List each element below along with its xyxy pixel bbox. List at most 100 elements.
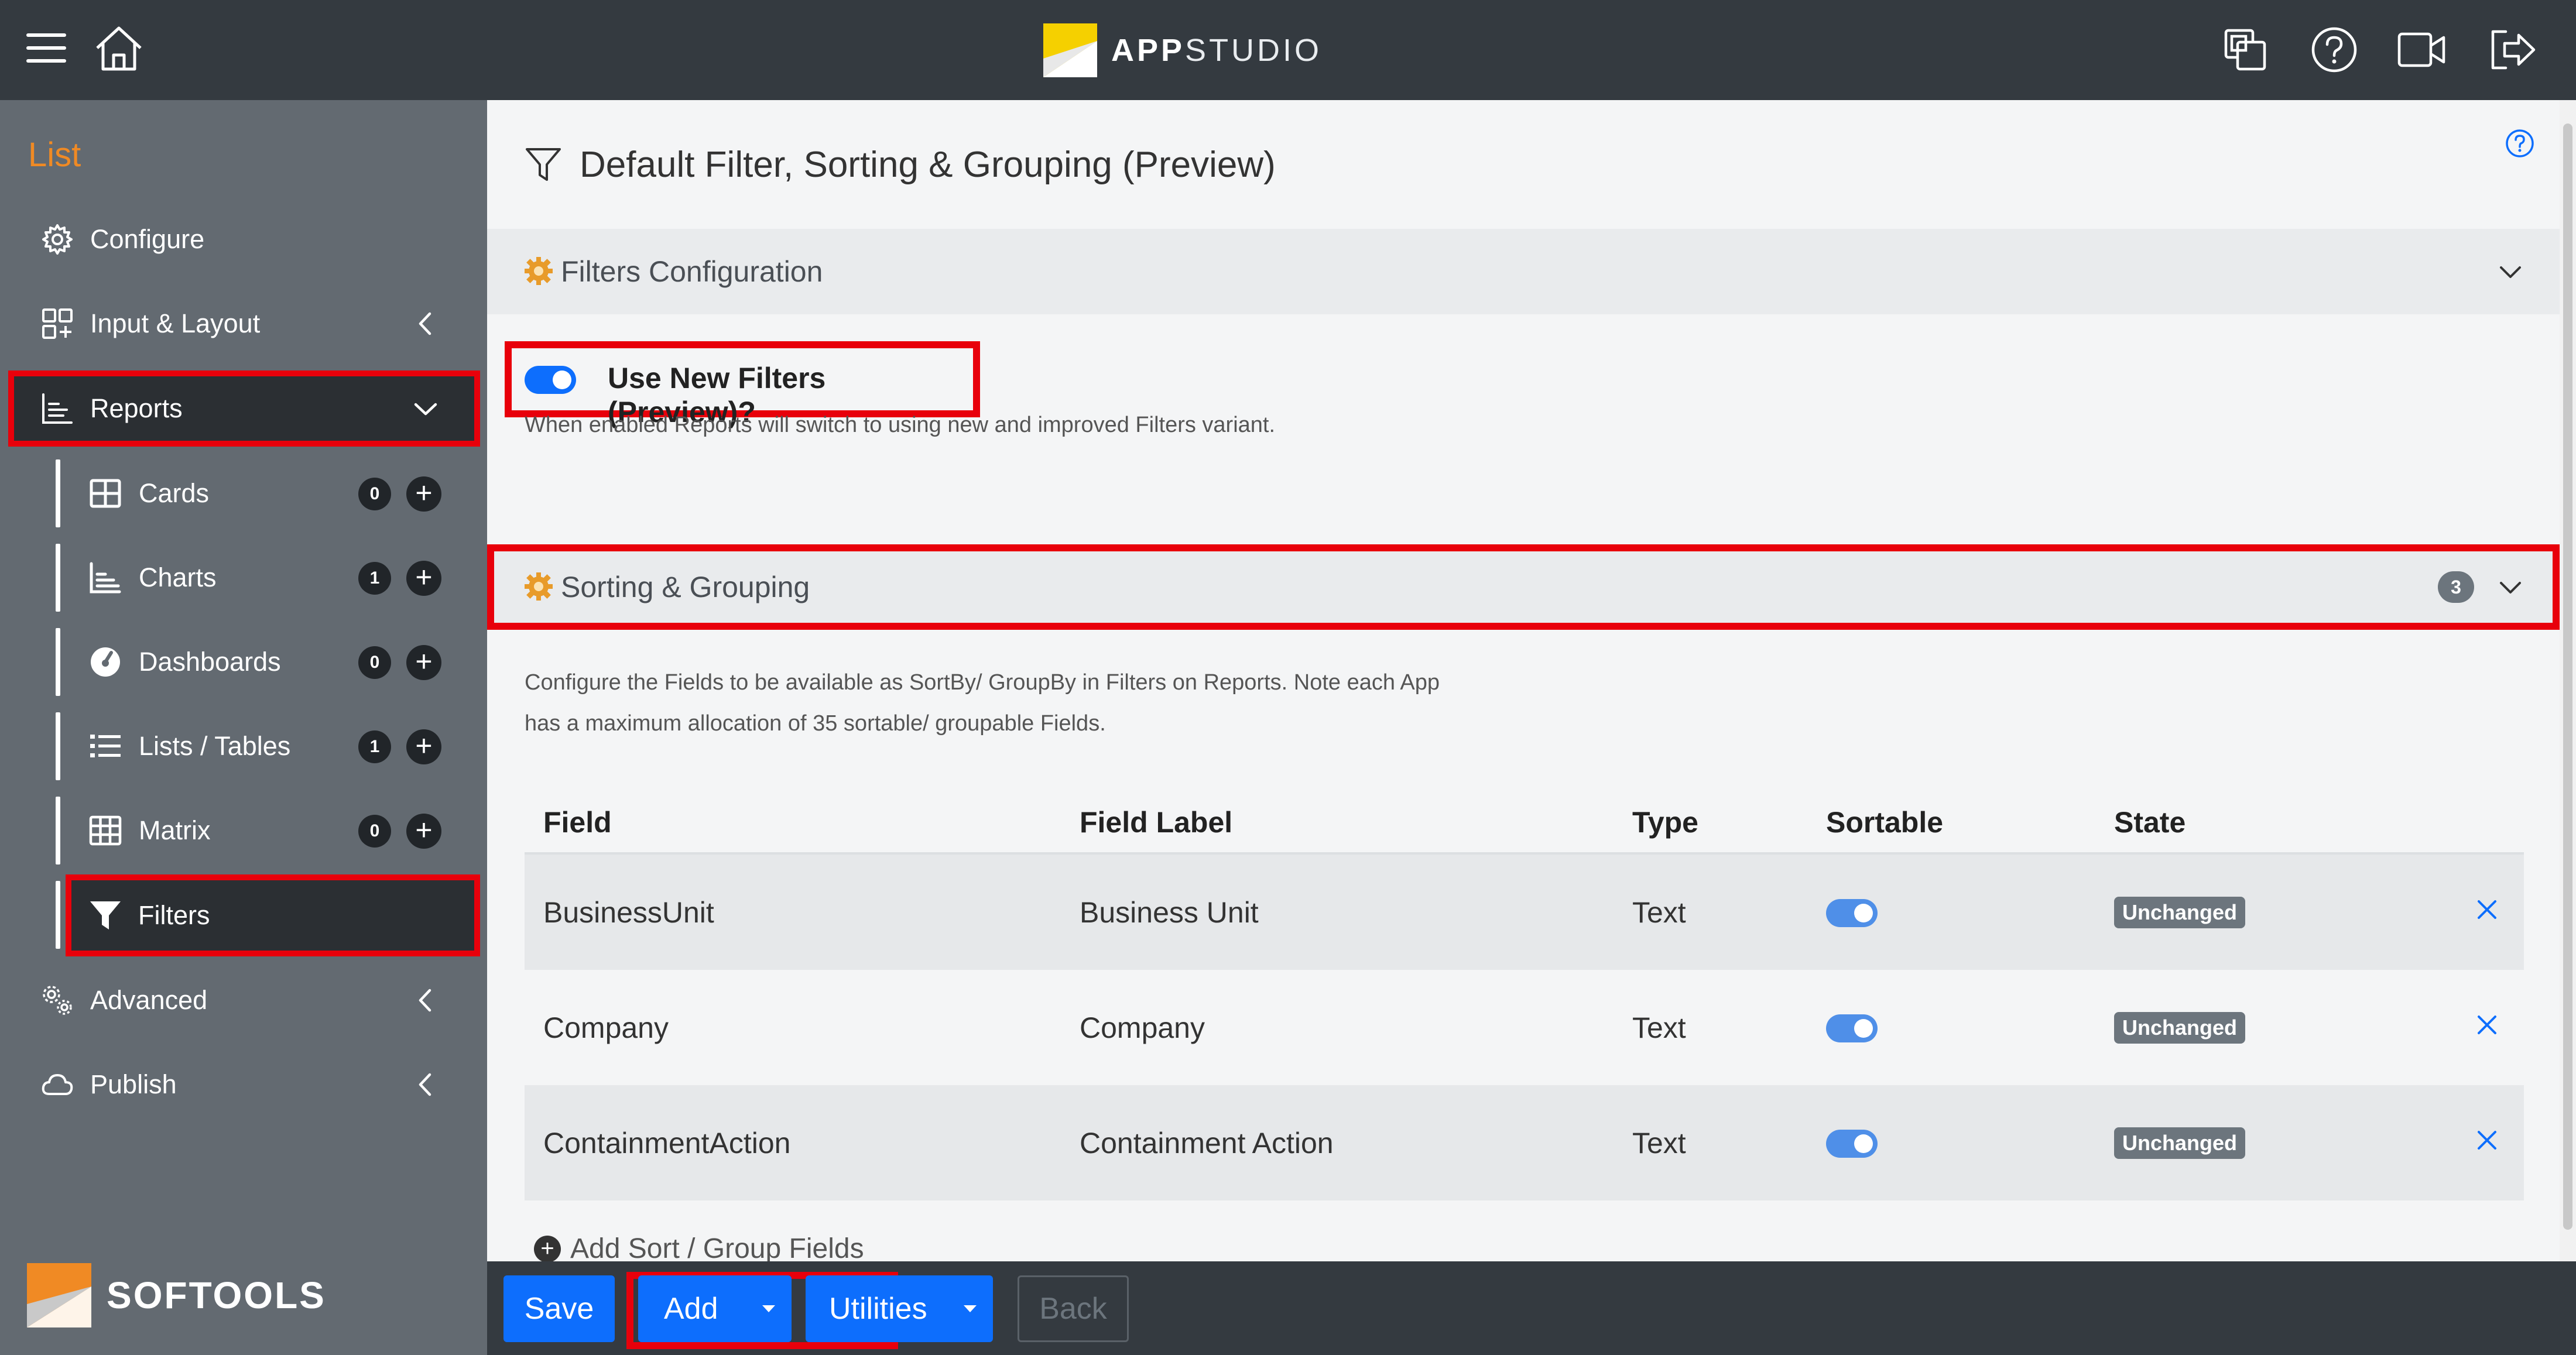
plus-circle-icon: + (534, 1235, 561, 1261)
field-label: Company (1080, 1011, 1205, 1044)
cards-icon (90, 479, 121, 508)
count-badge: 0 (358, 646, 391, 679)
state-badge: Unchanged (2114, 1127, 2246, 1159)
fields-count-badge: 3 (2438, 571, 2474, 603)
layout-icon (42, 308, 73, 339)
cloud-icon (42, 1074, 73, 1095)
list-icon (90, 735, 121, 757)
add-matrix-button[interactable]: + (406, 814, 441, 849)
save-button[interactable]: Save (503, 1275, 615, 1342)
home-icon[interactable] (94, 25, 144, 73)
chart-icon (42, 393, 73, 424)
filter-icon (90, 901, 121, 929)
filters-configuration-header[interactable]: Filters Configuration (487, 229, 2560, 314)
scrollbar-thumb[interactable] (2563, 124, 2572, 1230)
sidebar-subitem-lists-tables[interactable]: Lists / Tables 1 + (71, 708, 475, 784)
submenu-indicator (56, 544, 60, 612)
utilities-button[interactable]: Utilities (806, 1275, 993, 1342)
column-header-field: Field (543, 806, 612, 839)
sidebar-item-reports[interactable]: Reports (8, 371, 480, 447)
add-list-button[interactable]: + (406, 729, 441, 764)
use-new-filters-toggle[interactable] (525, 366, 576, 394)
state-badge: Unchanged (2114, 897, 2246, 928)
add-button-label: Add (664, 1292, 718, 1326)
submenu-indicator (56, 459, 60, 527)
sorting-help-line-2: has a maximum allocation of 35 sortable/… (525, 711, 1106, 736)
sidebar-item-input-layout[interactable]: Input & Layout (8, 286, 480, 362)
sidebar-item-advanced[interactable]: Advanced (8, 962, 480, 1038)
sidebar-item-publish[interactable]: Publish (8, 1047, 480, 1123)
column-header-sortable: Sortable (1826, 806, 1944, 839)
help-circle-icon[interactable] (2505, 128, 2535, 159)
page-title-text: Default Filter, Sorting & Grouping (Prev… (580, 144, 1276, 185)
gear-icon (525, 572, 553, 601)
video-icon[interactable] (2397, 30, 2446, 69)
sidebar-subitem-label: Cards (139, 478, 210, 508)
count-badge: 1 (358, 730, 391, 763)
add-chart-button[interactable]: + (406, 561, 441, 596)
gear-icon (42, 224, 73, 255)
field-name: Company (543, 1011, 669, 1044)
sidebar-subitem-cards[interactable]: Cards 0 + (71, 455, 475, 531)
softools-logo-text: SOFTOOLS (107, 1274, 326, 1316)
filter-outline-icon (526, 148, 561, 181)
copy-icon[interactable] (2222, 27, 2269, 74)
gears-icon (43, 986, 72, 1015)
sidebar-item-label: Advanced (90, 985, 208, 1015)
section-label: Sorting & Grouping (561, 571, 810, 603)
column-header-state: State (2114, 806, 2186, 839)
sorting-help-line-1: Configure the Fields to be available as … (525, 670, 1440, 695)
sidebar-subitem-filters[interactable]: Filters (66, 874, 480, 956)
submenu-indicator (56, 797, 60, 865)
filters-help-text: When enabled Reports will switch to usin… (525, 413, 1276, 437)
remove-icon[interactable] (2474, 897, 2500, 922)
chart-icon (90, 562, 121, 594)
table-header: Field Field Label Type Sortable State (525, 794, 2524, 855)
sortable-toggle[interactable] (1826, 899, 1878, 927)
main-panel: Default Filter, Sorting & Grouping (Prev… (487, 100, 2560, 1261)
chevron-down-icon (414, 403, 437, 416)
remove-icon[interactable] (2474, 1012, 2500, 1038)
chevron-left-icon (419, 989, 431, 1012)
add-dashboard-button[interactable]: + (406, 645, 441, 680)
field-name: BusinessUnit (543, 896, 714, 929)
sortable-toggle[interactable] (1826, 1130, 1878, 1158)
help-icon[interactable] (2310, 26, 2358, 74)
bottom-toolbar: Save Add Utilities Back (487, 1261, 2576, 1355)
sorting-grouping-header[interactable]: Sorting & Grouping 3 (487, 544, 2560, 630)
field-label: Business Unit (1080, 896, 1259, 929)
table-row: ContainmentAction Containment Action Tex… (525, 1085, 2524, 1200)
sidebar-subitem-label: Lists / Tables (139, 731, 291, 761)
sidebar-subitem-label: Charts (139, 562, 217, 592)
back-button[interactable]: Back (1018, 1275, 1129, 1342)
matrix-icon (89, 815, 122, 846)
count-badge: 0 (358, 478, 391, 510)
gear-icon (525, 257, 553, 285)
add-sort-group-fields-link[interactable]: + Add Sort / Group Fields (534, 1233, 864, 1261)
chevron-down-icon[interactable] (2498, 575, 2523, 601)
sidebar-subitem-label: Matrix (139, 815, 211, 845)
add-dropdown-caret-icon[interactable] (746, 1275, 792, 1342)
sidebar-subitem-dashboards[interactable]: Dashboards 0 + (71, 624, 475, 700)
main-scrollbar[interactable] (2560, 100, 2576, 1261)
utilities-dropdown-caret-icon[interactable] (947, 1275, 993, 1342)
menu-icon[interactable] (26, 30, 67, 66)
sidebar-item-configure[interactable]: Configure (8, 201, 480, 277)
chevron-down-icon[interactable] (2498, 259, 2523, 285)
submenu-indicator (56, 881, 60, 949)
table-row: BusinessUnit Business Unit Text Unchange… (525, 855, 2524, 970)
state-badge: Unchanged (2114, 1012, 2246, 1044)
sidebar-item-label: Configure (90, 224, 205, 254)
field-type: Text (1632, 896, 1686, 929)
logout-icon[interactable] (2488, 28, 2536, 71)
remove-icon[interactable] (2474, 1127, 2500, 1153)
add-fields-label: Add Sort / Group Fields (570, 1233, 864, 1261)
sortable-toggle[interactable] (1826, 1014, 1878, 1042)
utilities-button-label: Utilities (829, 1292, 927, 1326)
sidebar-subitem-charts[interactable]: Charts 1 + (71, 540, 475, 616)
add-button[interactable]: Add (638, 1275, 792, 1342)
appstudio-logo-icon (1043, 23, 1097, 77)
field-type: Text (1632, 1127, 1686, 1160)
add-card-button[interactable]: + (406, 476, 441, 512)
sidebar-subitem-matrix[interactable]: Matrix 0 + (71, 793, 475, 869)
